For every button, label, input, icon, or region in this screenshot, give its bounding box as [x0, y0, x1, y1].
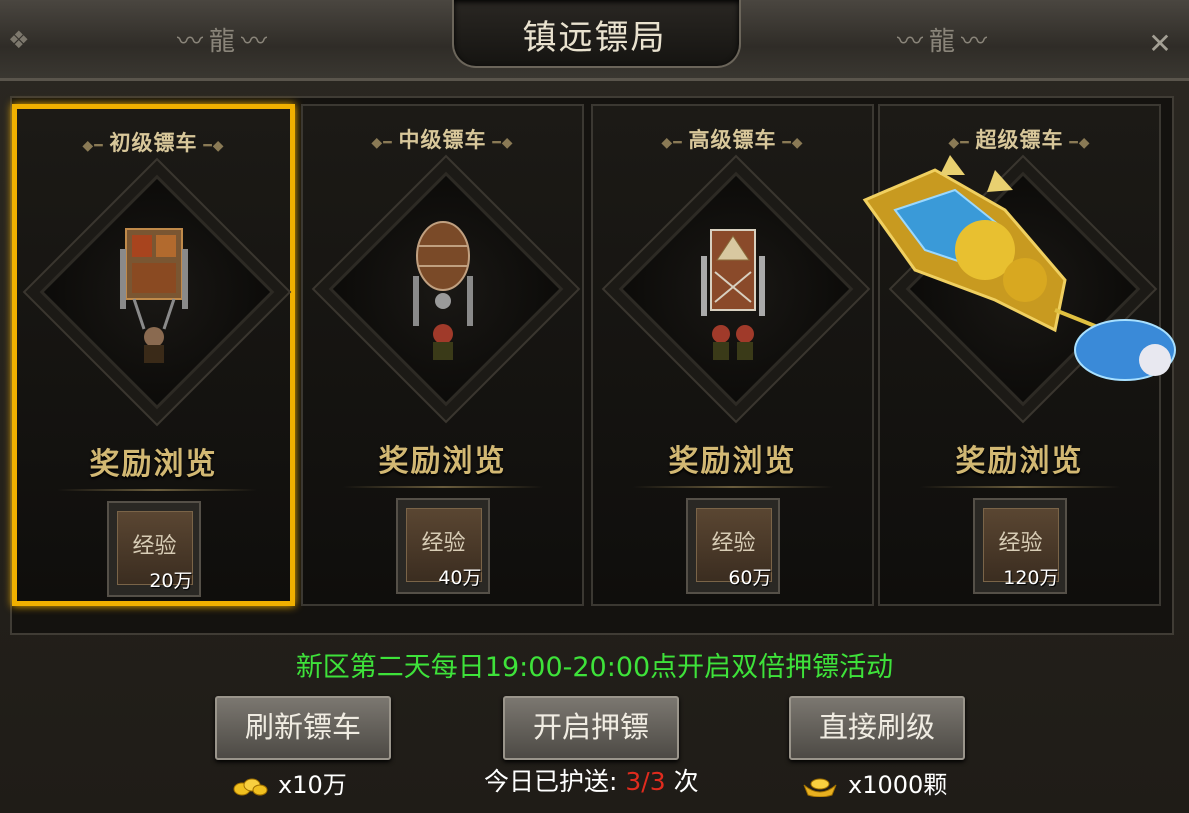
today-escort-count: 今日已护送: 3/3 次: [484, 762, 699, 798]
cart-card-intermediate[interactable]: ◆━ 中级镖车 ━◆ 奖励浏览 经验 40万: [301, 104, 584, 606]
exp-amount: 60万: [728, 567, 772, 589]
corner-ornament-icon: ❖: [8, 26, 30, 54]
exp-type-label: 经验: [711, 531, 756, 556]
exp-amount: 20万: [149, 570, 193, 592]
exp-type-label: 经验: [421, 531, 466, 556]
card-title: ◆━ 中级镖车 ━◆: [371, 128, 514, 152]
today-label: 今日已护送:: [484, 767, 618, 796]
gold-ingot-icon: [803, 778, 837, 797]
super-cart-icon: [862, 155, 1176, 381]
direct-upgrade-button[interactable]: 直接刷级: [789, 696, 965, 760]
reward-preview-label: 奖励浏览: [89, 447, 218, 482]
escort-window: ❖ 〰龍〰 〰龍〰 镇远镖局 ✕ ◆━ 初级镖车 ━◆ 奖励浏览 经验 20万 …: [0, 0, 1189, 813]
exp-amount: 40万: [438, 567, 482, 589]
divider: [343, 486, 543, 488]
window-title: 镇远镖局: [522, 18, 667, 58]
card-title: ◆━ 高级镖车 ━◆: [661, 128, 804, 152]
today-unit: 次: [673, 767, 699, 796]
cart-card-advanced[interactable]: ◆━ 高级镖车 ━◆ 奖励浏览 经验 60万: [591, 104, 874, 606]
exp-reward-item[interactable]: 经验 40万: [395, 498, 490, 594]
refresh-cost: x10万: [232, 765, 347, 800]
upgrade-cost-amount: x1000颗: [848, 771, 948, 799]
double-escort-notice: 新区第二天每日19:00-20:00点开启双倍押镖活动: [295, 652, 894, 683]
reward-preview-label: 奖励浏览: [378, 444, 507, 479]
start-escort-button[interactable]: 开启押镖: [503, 696, 679, 760]
advanced-cart-icon: [700, 229, 765, 360]
reward-preview-label: 奖励浏览: [955, 444, 1084, 479]
gold-coins-icon: [233, 778, 268, 796]
dragon-ornament-right-icon: 〰龍〰: [896, 27, 993, 57]
dragon-ornament-left-icon: 〰龍〰: [176, 27, 273, 57]
basic-cart-icon: [119, 228, 188, 363]
exp-reward-item[interactable]: 经验 120万: [972, 498, 1067, 594]
exp-type-label: 经验: [998, 531, 1043, 556]
divider: [57, 489, 257, 491]
refresh-cost-amount: x10万: [278, 771, 347, 799]
exp-type-label: 经验: [132, 534, 177, 559]
close-icon[interactable]: ✕: [1140, 24, 1180, 64]
refresh-cart-button[interactable]: 刷新镖车: [215, 696, 391, 760]
upgrade-cost: x1000颗: [802, 765, 947, 800]
card-title: ◆━ 初级镖车 ━◆: [82, 131, 225, 155]
cart-card-basic[interactable]: ◆━ 初级镖车 ━◆ 奖励浏览 经验 20万: [12, 104, 295, 606]
reward-preview-label: 奖励浏览: [668, 444, 797, 479]
divider: [920, 486, 1120, 488]
exp-amount: 120万: [1003, 567, 1059, 589]
divider: [633, 486, 833, 488]
intermediate-cart-icon: [412, 221, 473, 360]
exp-reward-item[interactable]: 经验 20万: [106, 501, 201, 597]
today-count: 3/3: [625, 767, 666, 796]
exp-reward-item[interactable]: 经验 60万: [685, 498, 780, 594]
